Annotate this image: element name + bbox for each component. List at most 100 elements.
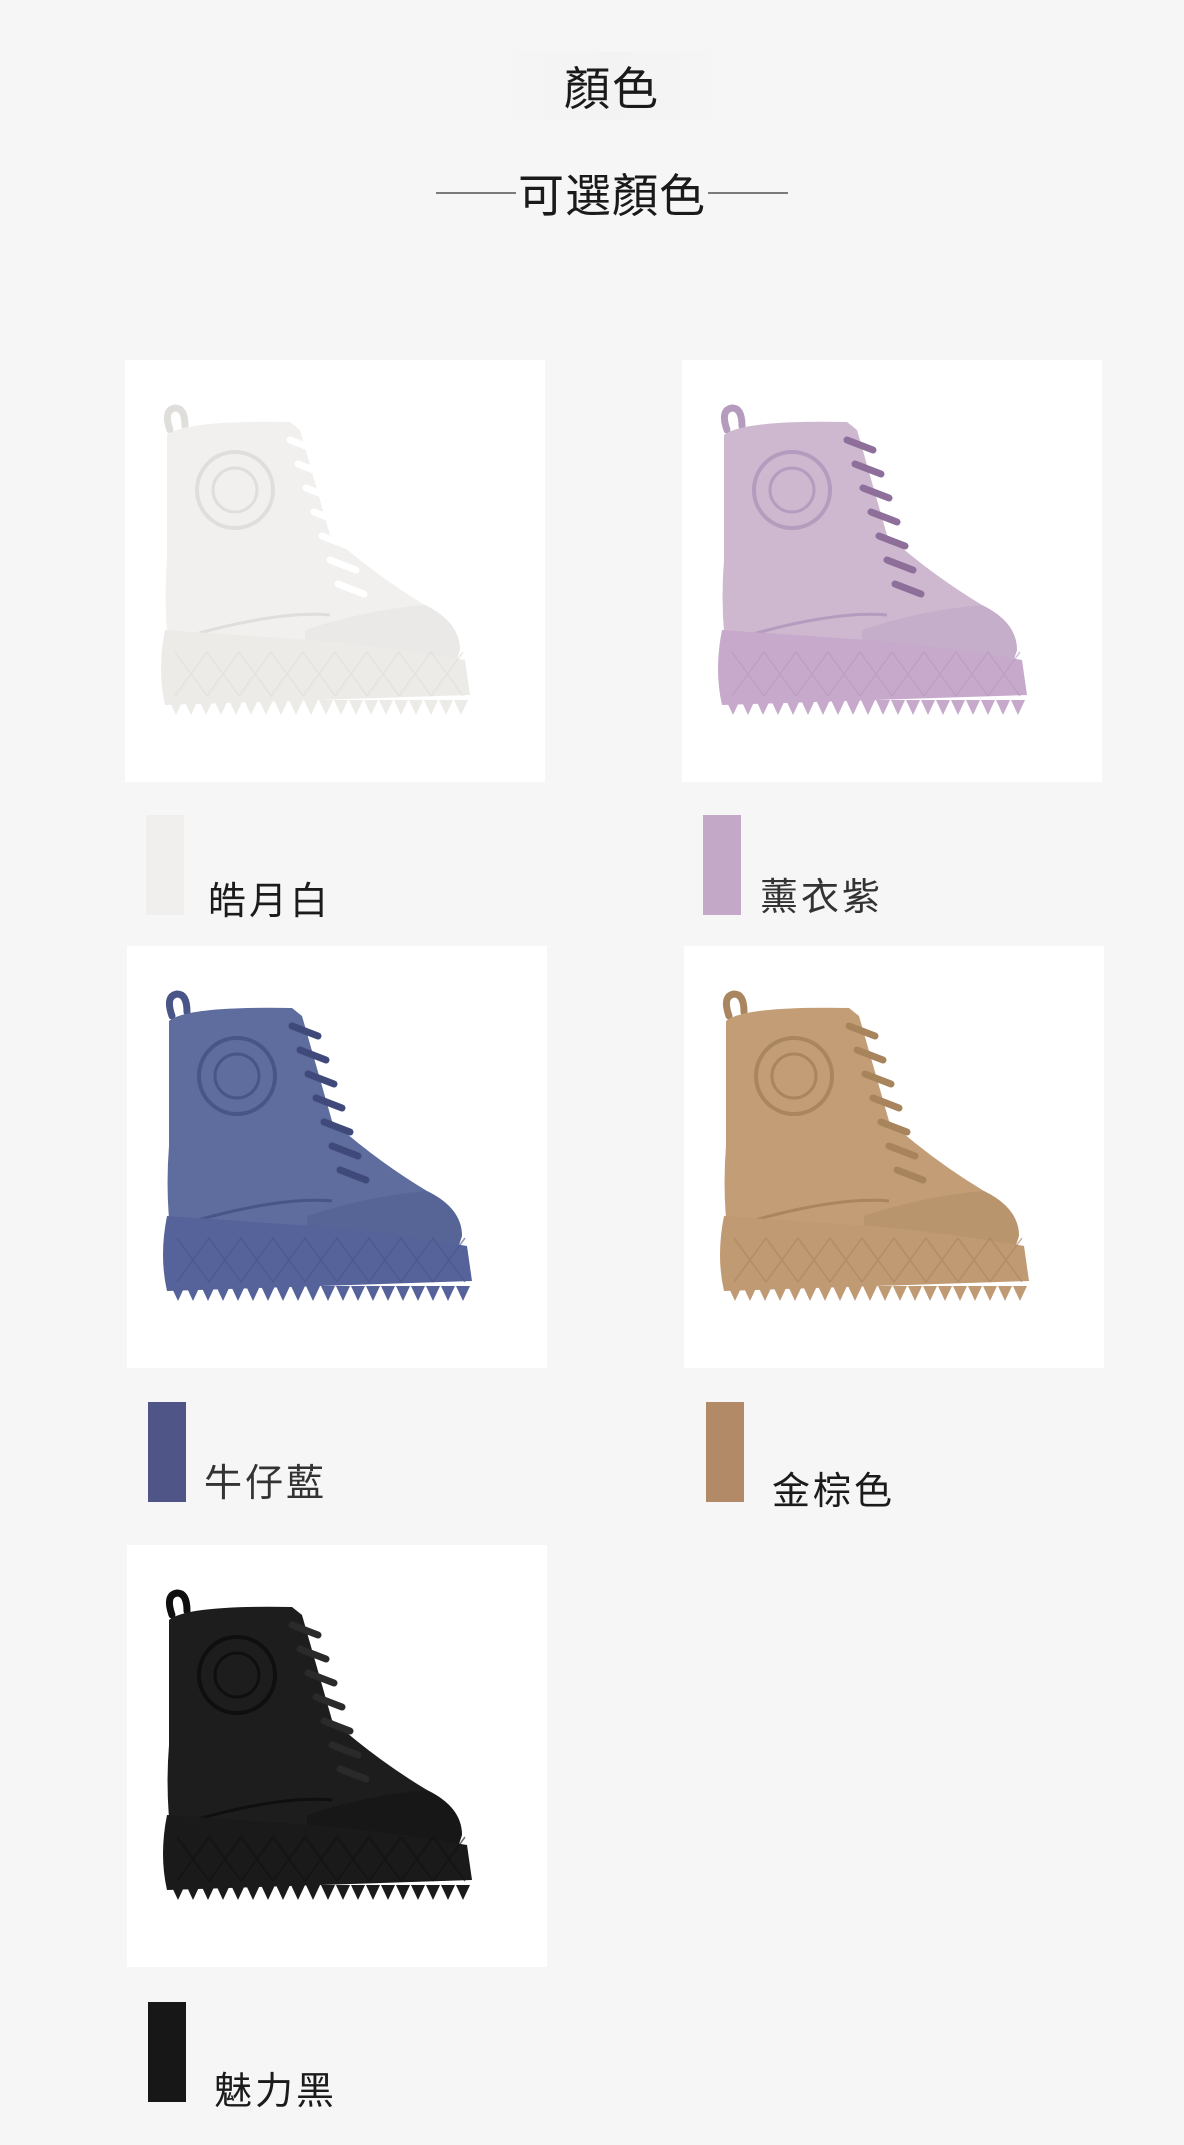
product-image-brown-boot[interactable] [684, 946, 1104, 1368]
product-image-white-boot[interactable] [125, 360, 545, 782]
color-label-brown: 金棕色 [772, 1469, 896, 1513]
sole-tread [304, 700, 318, 715]
color-swatch-white[interactable] [146, 815, 184, 915]
sole-tread [186, 1286, 200, 1301]
page-title: 顏色 [487, 52, 737, 120]
sole-tread [334, 700, 348, 715]
sole-tread [381, 1885, 395, 1900]
boot-pull-tab [722, 990, 748, 1020]
sole-tread [439, 700, 453, 715]
sole-tread [289, 700, 303, 715]
sole-tread [319, 700, 333, 715]
sole-tread [848, 1286, 862, 1301]
color-label-white: 皓月白 [208, 879, 332, 923]
sole-tread [351, 1286, 365, 1301]
sole-tread [1011, 700, 1025, 715]
sole-tread [908, 1286, 922, 1301]
sole-tread [743, 1286, 757, 1301]
sole-tread [786, 700, 800, 715]
sole-tread [818, 1286, 832, 1301]
product-image-lavender-boot[interactable] [682, 360, 1102, 782]
boot-illustration [163, 1589, 472, 1900]
sole-tread [906, 700, 920, 715]
color-label-lavender: 薰衣紫 [760, 875, 884, 919]
sole-tread [291, 1286, 305, 1301]
section-subtitle: 可選顏色 [518, 169, 706, 223]
sole-tread [214, 700, 228, 715]
sole-tread [426, 1885, 440, 1900]
boot-illustration [161, 404, 470, 715]
sole-tread [726, 700, 740, 715]
sole-tread [983, 1286, 997, 1301]
boot-illustration [163, 990, 472, 1301]
sole-tread [921, 700, 935, 715]
sole-tread [411, 1286, 425, 1301]
sole-tread [364, 700, 378, 715]
sole-tread [876, 700, 890, 715]
sole-tread [741, 700, 755, 715]
sole-tread [366, 1286, 380, 1301]
sole-tread [186, 1885, 200, 1900]
sole-tread [968, 1286, 982, 1301]
color-label-black: 魅力黑 [214, 2069, 338, 2113]
sole-tread [171, 1885, 185, 1900]
sole-tread [201, 1286, 215, 1301]
sole-tread [259, 700, 273, 715]
sole-tread [321, 1885, 335, 1900]
sole-tread [998, 1286, 1012, 1301]
sole-tread [171, 1286, 185, 1301]
sole-tread [381, 1286, 395, 1301]
sole-tread [216, 1286, 230, 1301]
sole-tread [169, 700, 183, 715]
sole-tread [394, 700, 408, 715]
sole-tread [321, 1286, 335, 1301]
sole-tread [893, 1286, 907, 1301]
sole-tread [396, 1286, 410, 1301]
sole-tread [351, 1885, 365, 1900]
sole-tread [276, 1286, 290, 1301]
sole-tread [728, 1286, 742, 1301]
color-swatch-denim[interactable] [148, 1402, 186, 1502]
sole-tread [274, 700, 288, 715]
color-swatch-lavender[interactable] [703, 815, 741, 915]
sole-tread [788, 1286, 802, 1301]
sole-tread [923, 1286, 937, 1301]
sole-tread [261, 1885, 275, 1900]
sole-tread [966, 700, 980, 715]
heading-divider-right [708, 192, 788, 194]
sole-tread [336, 1286, 350, 1301]
sole-tread [379, 700, 393, 715]
sole-tread [441, 1286, 455, 1301]
sole-tread [231, 1286, 245, 1301]
sole-tread [454, 700, 468, 715]
sole-tread [951, 700, 965, 715]
boot-pull-tab [165, 990, 191, 1020]
color-swatch-brown[interactable] [706, 1402, 744, 1502]
color-swatch-black[interactable] [148, 2002, 186, 2102]
sole-tread [184, 700, 198, 715]
product-image-denim-boot[interactable] [127, 946, 547, 1368]
color-label-denim: 牛仔藍 [204, 1461, 328, 1505]
sole-tread [878, 1286, 892, 1301]
sole-tread [306, 1885, 320, 1900]
sole-tread [771, 700, 785, 715]
product-image-black-boot[interactable] [127, 1545, 547, 1967]
sole-tread [409, 700, 423, 715]
sole-tread [456, 1885, 470, 1900]
sole-tread [831, 700, 845, 715]
section-heading: 可選顏色 [436, 160, 788, 226]
sole-tread [441, 1885, 455, 1900]
sole-tread [216, 1885, 230, 1900]
sole-tread [938, 1286, 952, 1301]
sole-tread [773, 1286, 787, 1301]
boot-illustration [718, 404, 1027, 715]
sole-tread [246, 1885, 260, 1900]
boot-illustration [720, 990, 1029, 1301]
sole-tread [981, 700, 995, 715]
sole-tread [396, 1885, 410, 1900]
sole-tread [291, 1885, 305, 1900]
sole-tread [246, 1286, 260, 1301]
sole-tread [891, 700, 905, 715]
sole-tread [306, 1286, 320, 1301]
sole-tread [1013, 1286, 1027, 1301]
